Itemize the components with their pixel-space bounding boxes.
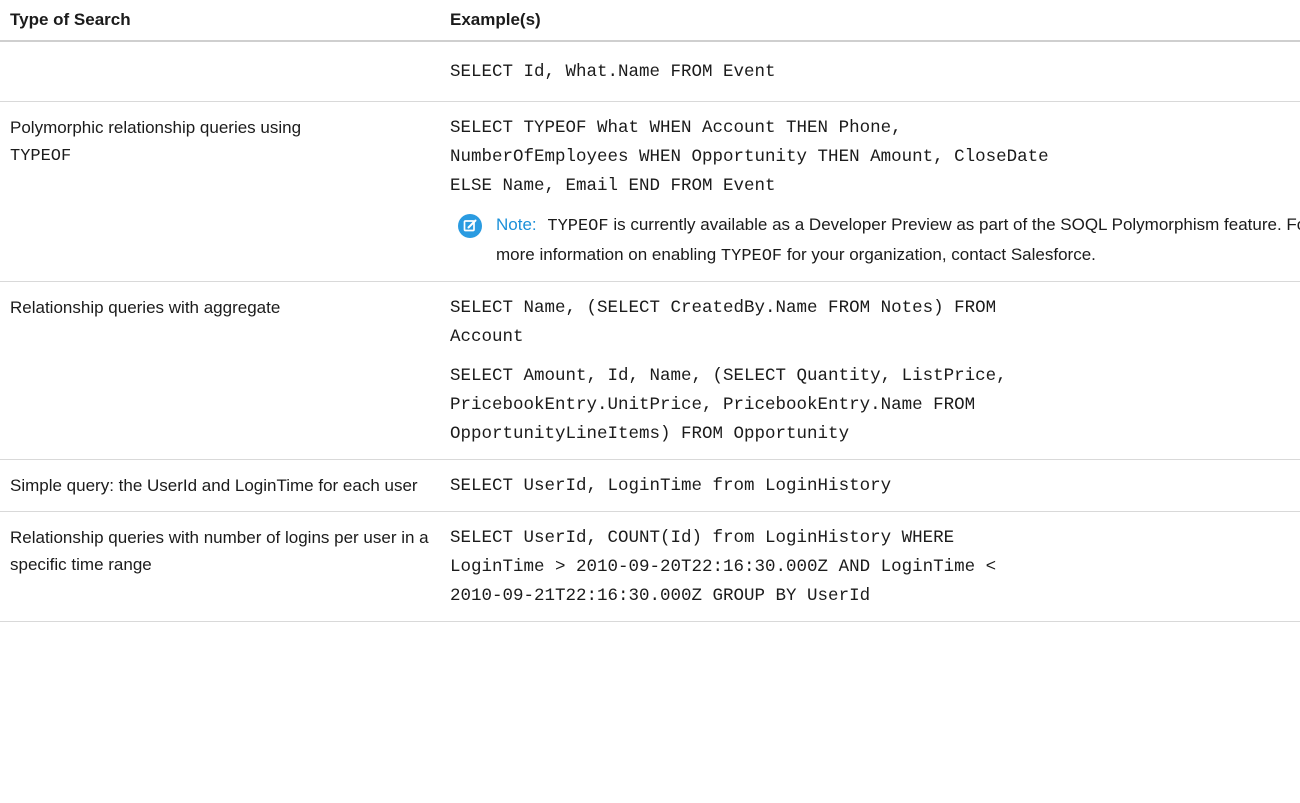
type-cell: Relationship queries with number of logi… <box>0 511 440 622</box>
header-row: Type of Search Example(s) <box>0 0 1300 42</box>
type-text: Polymorphic relationship queries using <box>10 118 302 137</box>
note-text: for your organization, contact Salesforc… <box>786 245 1096 264</box>
example-code: SELECT Name, (SELECT CreatedBy.Name FROM… <box>450 298 997 347</box>
example-code: SELECT TYPEOF What WHEN Account THEN Pho… <box>450 118 1049 196</box>
type-cell <box>0 41 440 102</box>
example-cell: SELECT TYPEOF What WHEN Account THEN Pho… <box>440 101 1300 282</box>
example-code: SELECT UserId, LoginTime from LoginHisto… <box>450 476 892 496</box>
search-types-table: Type of Search Example(s) SELECT Id, Wha… <box>0 0 1300 622</box>
type-code: TYPEOF <box>10 147 72 166</box>
type-text: Simple query: the UserId and LoginTime f… <box>10 476 418 495</box>
table-body: SELECT Id, What.Name FROM Event Polymorp… <box>0 41 1300 622</box>
example-code: SELECT Amount, Id, Name, (SELECT Quantit… <box>450 366 1007 444</box>
note-code: TYPEOF <box>547 217 609 236</box>
example-cell: SELECT UserId, COUNT(Id) from LoginHisto… <box>440 511 1300 622</box>
note-box: Note: TYPEOF is currently available as a… <box>450 211 1300 271</box>
note-label: Note: <box>496 215 537 234</box>
example-cell: SELECT Name, (SELECT CreatedBy.Name FROM… <box>440 281 1300 460</box>
example-code: SELECT UserId, COUNT(Id) from LoginHisto… <box>450 528 997 606</box>
example-cell: SELECT UserId, LoginTime from LoginHisto… <box>440 459 1300 512</box>
table-header: Type of Search Example(s) <box>0 0 1300 42</box>
table-row: Relationship queries with aggregate SELE… <box>0 281 1300 460</box>
type-cell: Polymorphic relationship queries using T… <box>0 101 440 282</box>
table-row: Polymorphic relationship queries using T… <box>0 101 1300 282</box>
table-row: Relationship queries with number of logi… <box>0 511 1300 622</box>
type-text: Relationship queries with number of logi… <box>10 528 429 574</box>
header-examples: Example(s) <box>440 0 1300 42</box>
type-text: Relationship queries with aggregate <box>10 298 281 317</box>
edit-note-icon <box>458 214 482 238</box>
table-row: Simple query: the UserId and LoginTime f… <box>0 459 1300 512</box>
example-code: SELECT Id, What.Name FROM Event <box>450 62 776 82</box>
example-cell: SELECT Id, What.Name FROM Event <box>440 41 1300 102</box>
type-cell: Relationship queries with aggregate <box>0 281 440 460</box>
table-row: SELECT Id, What.Name FROM Event <box>0 41 1300 102</box>
note-code: TYPEOF <box>720 247 783 266</box>
header-type-of-search: Type of Search <box>0 0 440 42</box>
type-cell: Simple query: the UserId and LoginTime f… <box>0 459 440 512</box>
